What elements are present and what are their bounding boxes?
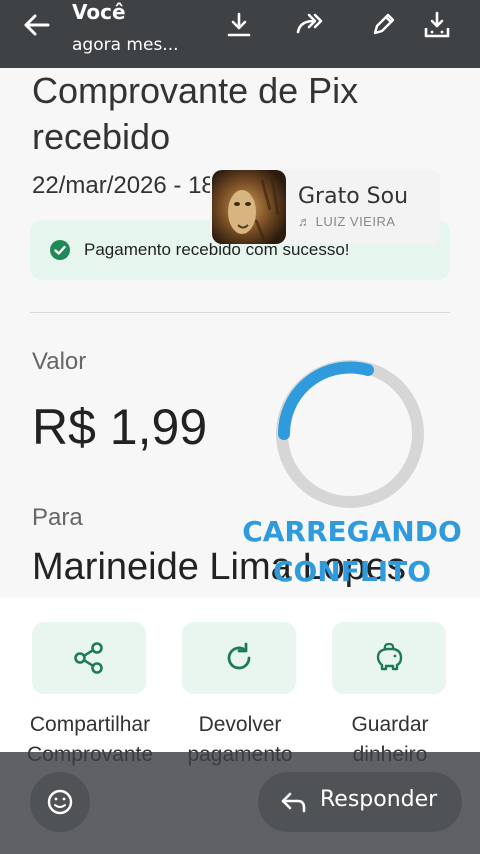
pencil-icon[interactable] [366, 8, 400, 42]
emoji-button[interactable] [30, 772, 90, 832]
download-icon[interactable] [222, 8, 256, 42]
loading-line-2: CONFLITO [272, 555, 432, 588]
status-header: Você agora mes... [0, 0, 480, 68]
amount-value: R$ 1,99 [32, 399, 208, 455]
song-artist: ♬ LUIZ VIEIRA [298, 214, 396, 229]
receipt-title: Comprovante de Pix recebido [32, 70, 359, 157]
loading-line-1: CARREGANDO [242, 515, 462, 548]
loading-spinner-icon [276, 360, 424, 508]
reply-button[interactable]: Responder [258, 772, 462, 832]
save-money-button[interactable] [332, 622, 446, 694]
music-sticker[interactable]: Grato Sou ♬ LUIZ VIEIRA [210, 170, 440, 244]
recipient-label: Para [32, 504, 83, 531]
check-circle-icon [50, 240, 70, 260]
song-title: Grato Sou [298, 184, 409, 209]
divider [30, 312, 450, 313]
piggy-bank-icon [376, 642, 403, 671]
loading-text: CARREGANDO CONFLITO [232, 512, 472, 592]
forward-icon[interactable] [294, 8, 328, 42]
refresh-icon [227, 642, 251, 670]
save-icon[interactable] [420, 8, 454, 42]
amount-label: Valor [32, 348, 87, 375]
timestamp: agora mes... [72, 35, 179, 55]
album-art [212, 170, 286, 244]
share-button[interactable] [32, 622, 146, 694]
emoji-icon [47, 789, 73, 815]
refund-button[interactable] [182, 622, 296, 694]
back-arrow-icon[interactable] [20, 8, 54, 42]
status-view: Comprovante de Pix recebido 22/mar/2026 … [0, 0, 480, 854]
reply-label: Responder [320, 787, 438, 812]
reply-arrow-icon [281, 792, 306, 813]
receipt-card: Comprovante de Pix recebido 22/mar/2026 … [0, 68, 480, 598]
sender-name: Você [72, 0, 126, 24]
share-icon [74, 642, 103, 674]
